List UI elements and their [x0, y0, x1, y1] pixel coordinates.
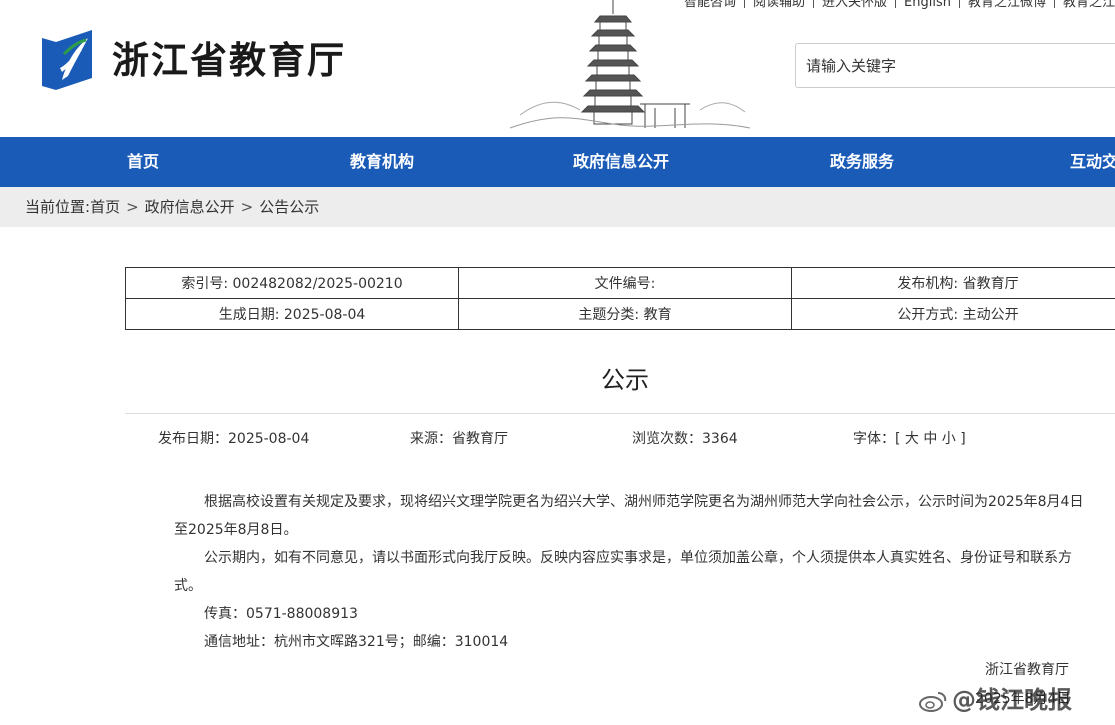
nav-item-interaction[interactable]: 互动交: [1070, 137, 1115, 187]
divider: [813, 0, 814, 8]
search-box: [795, 43, 1115, 88]
article-body: 根据高校设置有关规定及要求，现将绍兴文理学院更名为绍兴大学、湖州师范学院更名为湖…: [174, 488, 1084, 656]
article-source: 来源：省教育厅: [410, 428, 508, 448]
nav-item-home[interactable]: 首页: [127, 137, 159, 187]
site-header: 浙江省教育厅 智能咨询 阅读辅助 进入关怀版 English 教育之江微博 教育之江: [0, 0, 1115, 137]
breadcrumb-item-home[interactable]: 首页: [90, 198, 120, 216]
top-links: 智能咨询 阅读辅助 进入关怀版 English 教育之江微博 教育之江: [684, 0, 1115, 12]
top-link-smart-consult[interactable]: 智能咨询: [684, 0, 736, 10]
watermark-text: @钱江晚报: [952, 686, 1072, 714]
nav-item-services[interactable]: 政务服务: [830, 137, 894, 187]
top-link-weibo[interactable]: 教育之江微博: [968, 0, 1046, 10]
pagoda-illustration: [500, 0, 760, 137]
paragraph: 公示期内，如有不同意见，请以书面形式向我厅反映。反映内容应实事求是，单位须加盖公…: [174, 544, 1084, 600]
breadcrumb-item-notices[interactable]: 公告公示: [259, 198, 319, 216]
breadcrumb-prefix: 当前位置:: [25, 198, 90, 216]
publish-date: 发布日期：2025-08-04: [158, 428, 309, 448]
document-info-table: 索引号: 002482082/2025-00210 文件编号: 发布机构: 省教…: [125, 267, 1115, 330]
divider: [744, 0, 745, 8]
divider: [959, 0, 960, 8]
breadcrumb-separator: >: [241, 198, 254, 216]
top-link-reading-aid[interactable]: 阅读辅助: [753, 0, 805, 10]
document-number-cell: 文件编号:: [459, 268, 792, 299]
table-row: 生成日期: 2025-08-04 主题分类: 教育 公开方式: 主动公开: [126, 299, 1115, 330]
search-input[interactable]: [796, 44, 1115, 87]
index-number-cell: 索引号: 002482082/2025-00210: [126, 268, 459, 299]
font-size-control[interactable]: 字体：[ 大 中 小 ]: [853, 428, 966, 448]
article-title: 公示: [125, 360, 1115, 395]
topic-category-cell: 主题分类: 教育: [459, 299, 792, 330]
paragraph: 根据高校设置有关规定及要求，现将绍兴文理学院更名为绍兴大学、湖州师范学院更名为湖…: [174, 488, 1084, 544]
breadcrumb-item-gov-info[interactable]: 政府信息公开: [145, 198, 235, 216]
weibo-watermark: @钱江晚报: [918, 680, 1072, 715]
top-link-more[interactable]: 教育之江: [1063, 0, 1115, 10]
top-link-english[interactable]: English: [904, 0, 951, 10]
signature: 浙江省教育厅: [985, 659, 1069, 679]
top-link-care-version[interactable]: 进入关怀版: [822, 0, 887, 10]
breadcrumb-separator: >: [126, 198, 139, 216]
weibo-icon: [918, 689, 948, 713]
zhejiang-education-logo-icon[interactable]: [38, 28, 96, 90]
nav-item-gov-info[interactable]: 政府信息公开: [573, 137, 669, 187]
issuing-agency-cell: 发布机构: 省教育厅: [792, 268, 1115, 299]
nav-item-institutions[interactable]: 教育机构: [350, 137, 414, 187]
breadcrumb: 当前位置:首页 > 政府信息公开 > 公告公示: [0, 187, 1115, 227]
divider: [895, 0, 896, 8]
view-count: 浏览次数：3364: [632, 428, 738, 448]
title-divider: [125, 413, 1115, 414]
site-title[interactable]: 浙江省教育厅: [112, 38, 346, 82]
address-line: 通信地址：杭州市文晖路321号；邮编：310014: [174, 628, 1084, 656]
divider: [1054, 0, 1055, 8]
disclosure-method-cell: 公开方式: 主动公开: [792, 299, 1115, 330]
created-date-cell: 生成日期: 2025-08-04: [126, 299, 459, 330]
table-row: 索引号: 002482082/2025-00210 文件编号: 发布机构: 省教…: [126, 268, 1115, 299]
fax-line: 传真：0571-88008913: [174, 600, 1084, 628]
main-nav: 首页 教育机构 政府信息公开 政务服务 互动交: [0, 137, 1115, 187]
